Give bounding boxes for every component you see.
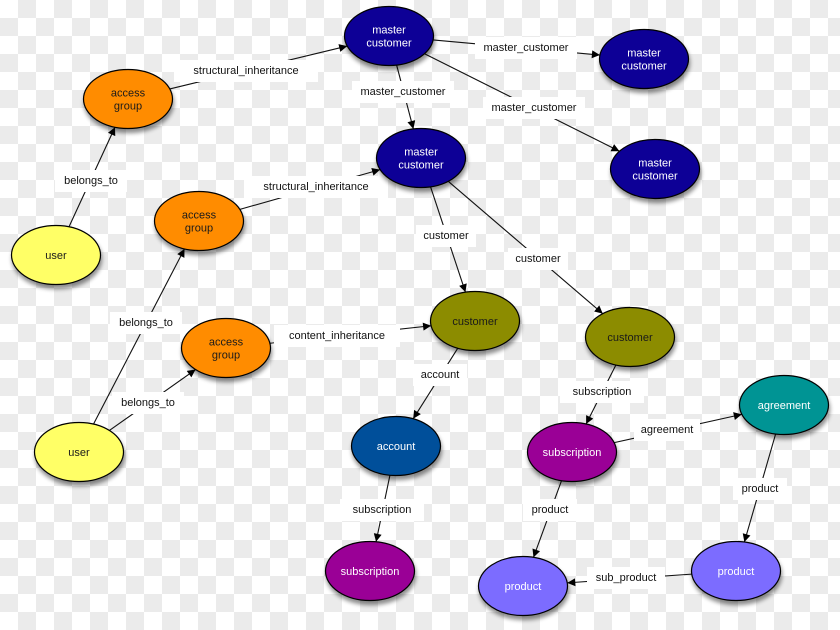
edge-label: sub_product: [587, 567, 665, 589]
edge-label: content_inheritance: [274, 325, 400, 347]
edge-label-text: customer: [515, 253, 561, 265]
node-user[interactable]: user: [33, 421, 125, 483]
edge-label: customer: [416, 225, 476, 247]
edge-label: product: [523, 499, 577, 521]
node-subscription[interactable]: subscription: [324, 540, 416, 602]
node-label: access: [209, 337, 244, 349]
edge-label: agreement: [634, 419, 700, 441]
node-access-group[interactable]: accessgroup: [82, 68, 174, 130]
node-label: product: [505, 581, 542, 593]
edge-label: master_customer: [475, 37, 577, 59]
edge-label-text: product: [742, 483, 779, 495]
node-product[interactable]: product: [690, 540, 782, 602]
edge-label: structural_inheritance: [244, 176, 388, 198]
node-label: master: [404, 147, 438, 159]
edge-label: master_customer: [483, 97, 585, 119]
edge-label-text: master_customer: [484, 42, 569, 54]
node-label: user: [68, 447, 90, 459]
edge-label: subscription: [340, 499, 424, 521]
node-product[interactable]: product: [477, 555, 569, 617]
node-label: customer: [621, 61, 667, 73]
node-account[interactable]: account: [350, 415, 442, 477]
edge-label: product: [733, 478, 787, 500]
node-customer[interactable]: customer: [429, 290, 521, 352]
node-access-group[interactable]: accessgroup: [180, 317, 272, 379]
node-label: account: [377, 441, 416, 453]
edge-label-text: structural_inheritance: [263, 181, 368, 193]
edge-label-text: subscription: [573, 386, 632, 398]
node-master-customer[interactable]: mastercustomer: [375, 127, 467, 189]
edge-label-text: agreement: [641, 424, 694, 436]
edge-label-text: subscription: [353, 504, 412, 516]
edge-label: structural_inheritance: [174, 60, 318, 82]
edge-label: customer: [508, 248, 568, 270]
entity-relationship-diagram: structural_inheritancemaster_customermas…: [10, 5, 830, 617]
edge-label-text: master_customer: [492, 102, 577, 114]
edge-label-text: belongs_to: [121, 397, 175, 409]
edge-label-text: product: [532, 504, 569, 516]
node-label: product: [718, 566, 755, 578]
node-label: customer: [452, 316, 498, 328]
edge-label-text: content_inheritance: [289, 330, 385, 342]
node-access-group[interactable]: accessgroup: [153, 190, 245, 252]
edge-label-text: structural_inheritance: [193, 65, 298, 77]
node-label: customer: [632, 171, 678, 183]
edge-label-text: sub_product: [596, 572, 657, 584]
node-label: subscription: [543, 447, 602, 459]
node-agreement[interactable]: agreement: [738, 374, 830, 436]
edge-labels-layer: structural_inheritancemaster_customermas…: [55, 37, 787, 589]
edge-label-text: belongs_to: [119, 317, 173, 329]
node-label: agreement: [758, 400, 811, 412]
edge-label-text: account: [421, 369, 460, 381]
node-master-customer[interactable]: mastercustomer: [609, 138, 701, 200]
edge-label-text: belongs_to: [64, 175, 118, 187]
node-customer[interactable]: customer: [584, 306, 676, 368]
edge-label: subscription: [560, 381, 644, 403]
edge-label: belongs_to: [55, 170, 127, 192]
node-label: subscription: [341, 566, 400, 578]
node-label: customer: [366, 38, 412, 50]
node-subscription[interactable]: subscription: [526, 421, 618, 483]
node-label: customer: [398, 160, 444, 172]
node-user[interactable]: user: [10, 224, 102, 286]
node-label: group: [212, 350, 240, 362]
node-label: access: [111, 88, 146, 100]
node-label: master: [372, 25, 406, 37]
node-label: group: [114, 101, 142, 113]
node-master-customer[interactable]: mastercustomer: [343, 5, 435, 67]
edge-label-text: customer: [423, 230, 469, 242]
edge-label: master_customer: [352, 81, 454, 103]
node-label: customer: [607, 332, 653, 344]
node-label: access: [182, 210, 217, 222]
edge-label: belongs_to: [110, 312, 182, 334]
node-label: master: [627, 48, 661, 60]
node-label: master: [638, 158, 672, 170]
node-master-customer[interactable]: mastercustomer: [598, 28, 690, 90]
edge-label-text: master_customer: [361, 86, 446, 98]
node-label: user: [45, 250, 67, 262]
edge-label: belongs_to: [112, 392, 184, 414]
node-label: group: [185, 223, 213, 235]
edge-label: account: [413, 364, 467, 386]
